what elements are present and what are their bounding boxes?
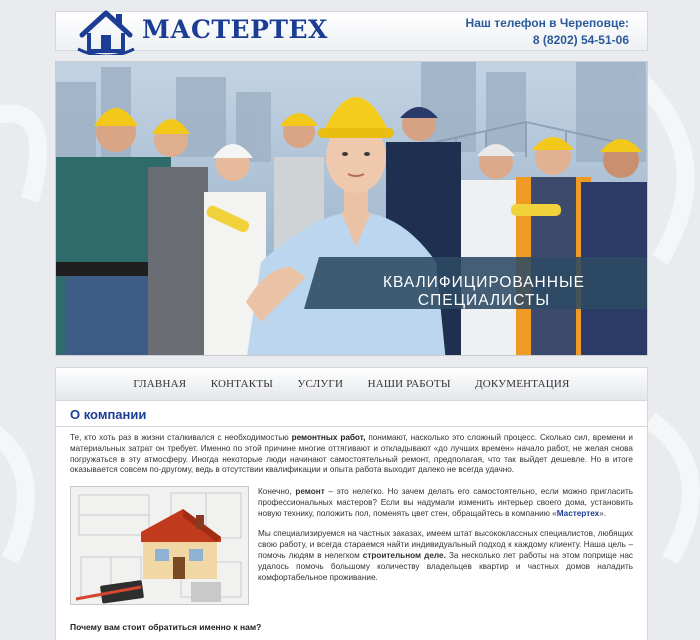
page: МАСТЕРТЕХ Наш телефон в Череповце: 8 (82… — [55, 0, 648, 640]
phone-label: Наш телефон в Череповце: — [465, 16, 629, 30]
hero-banner: КВАЛИФИЦИРОВАННЫЕ СПЕЦИАЛИСТЫ — [55, 61, 648, 356]
p2-text-c: ». — [599, 508, 607, 518]
why-us-heading: Почему вам стоит обратиться именно к нам… — [70, 622, 262, 632]
p2-keyword: ремонт — [295, 487, 325, 496]
paragraph-specialization: Мы специализируемся на частных заказах, … — [258, 529, 633, 583]
nav-item-home[interactable]: ГЛАВНАЯ — [133, 368, 186, 400]
company-link[interactable]: Мастертех — [557, 509, 600, 518]
banner-caption: КВАЛИФИЦИРОВАННЫЕ СПЕЦИАЛИСТЫ — [382, 274, 586, 309]
nav-item-works[interactable]: НАШИ РАБОТЫ — [368, 368, 451, 400]
p2-text-a: Конечно, — [258, 487, 296, 496]
p3-keyword: строительном деле. — [362, 550, 446, 560]
intro-keyword: ремонтных работ, — [291, 433, 366, 442]
nav-item-contacts[interactable]: КОНТАКТЫ — [211, 368, 273, 400]
main-nav: ГЛАВНАЯ КОНТАКТЫ УСЛУГИ НАШИ РАБОТЫ ДОКУ… — [56, 368, 647, 401]
house-blueprint-image — [70, 486, 249, 605]
section-title: О компании — [56, 401, 647, 427]
header-phone: Наш телефон в Череповце: 8 (8202) 54-51-… — [466, 16, 629, 47]
nav-item-docs[interactable]: ДОКУМЕНТАЦИЯ — [475, 368, 570, 400]
house-logo-icon[interactable] — [76, 5, 136, 55]
nav-item-services[interactable]: УСЛУГИ — [298, 368, 344, 400]
phone-number: 8 (8202) 54-51-06 — [532, 33, 629, 47]
intro-text-a: Те, кто хоть раз в жизни сталкивался с н… — [70, 433, 292, 442]
about-side-text: Конечно, ремонт – это нелегко. Но зачем … — [258, 487, 633, 593]
intro-paragraph: Те, кто хоть раз в жизни сталкивался с н… — [70, 433, 633, 476]
site-header: МАСТЕРТЕХ Наш телефон в Череповце: 8 (82… — [55, 10, 648, 55]
paragraph-repair: Конечно, ремонт – это нелегко. Но зачем … — [258, 487, 633, 519]
content-box: ГЛАВНАЯ КОНТАКТЫ УСЛУГИ НАШИ РАБОТЫ ДОКУ… — [55, 367, 648, 640]
site-logo-text[interactable]: МАСТЕРТЕХ — [142, 15, 328, 44]
workers-photo — [56, 62, 647, 355]
